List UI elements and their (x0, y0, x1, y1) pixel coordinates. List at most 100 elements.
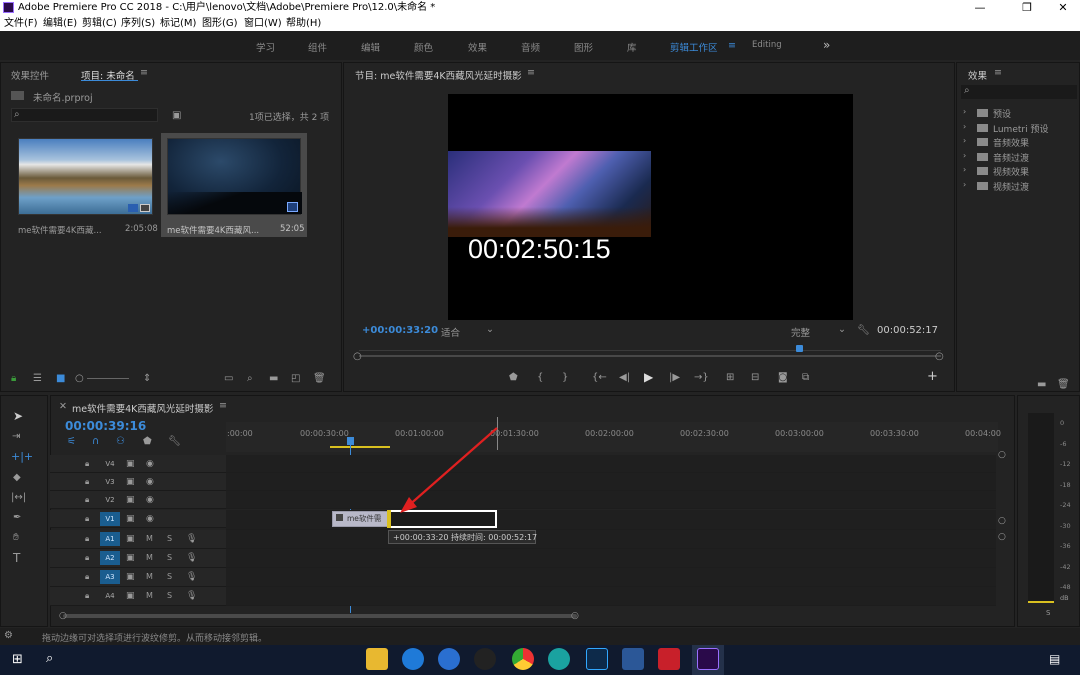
selection-tool-icon[interactable]: ➤ (13, 410, 23, 422)
new-bin-icon[interactable]: ▬ (1037, 379, 1046, 391)
menu-file[interactable]: 文件(F) (4, 16, 38, 31)
workspace-menu-icon[interactable]: ≡ (728, 40, 736, 51)
workspace-effects[interactable]: 效果 (468, 40, 487, 54)
lock-icon[interactable]: 🔒︎ (85, 494, 89, 506)
effects-folder-video-transitions[interactable]: › 视频过渡 (963, 180, 1073, 195)
go-to-in-icon[interactable]: {← (592, 372, 607, 384)
track-label[interactable]: V2 (100, 493, 120, 507)
microphone-icon[interactable]: 🎙︎ (186, 571, 197, 583)
notification-icon[interactable]: ▤ (1049, 652, 1060, 666)
playhead[interactable] (796, 345, 803, 352)
lock-icon[interactable]: 🔒︎ (85, 533, 89, 545)
wrench-icon[interactable]: 🔧︎ (168, 436, 181, 448)
fit-select[interactable]: 适合 (441, 325, 460, 339)
trash-icon[interactable]: 🗑︎ (1057, 379, 1070, 391)
word-icon[interactable] (622, 648, 644, 670)
workspace-graphics[interactable]: 图形 (574, 40, 593, 54)
solo-button[interactable]: S (167, 552, 172, 564)
find-icon[interactable]: ⌕ (247, 373, 253, 385)
workspace-editing[interactable]: 编辑 (361, 40, 380, 54)
scroll-handle-left[interactable]: ○ (59, 610, 67, 622)
sync-lock-icon[interactable]: ▣ (126, 571, 135, 583)
effects-folder-presets[interactable]: › 预设 (963, 107, 1073, 122)
menu-graphics[interactable]: 图形(G) (202, 16, 238, 31)
zoom-slider[interactable] (87, 378, 129, 379)
close-button[interactable]: ✕ (1048, 0, 1078, 16)
go-to-out-icon[interactable]: →} (694, 372, 709, 384)
project-search-input[interactable]: ⌕ (11, 108, 158, 122)
track-select-tool-icon[interactable]: ⇥ (12, 431, 20, 443)
sync-lock-icon[interactable]: ▣ (126, 552, 135, 564)
track-label[interactable]: A2 (100, 551, 120, 565)
track-label[interactable]: V1 (100, 512, 120, 526)
add-marker-icon[interactable]: ⬟ (143, 436, 152, 448)
timeline-clip[interactable]: me软件需 (332, 511, 389, 527)
compare-view-icon[interactable]: ⧉ (802, 372, 809, 384)
lock-icon[interactable]: 🔒︎ (85, 513, 89, 525)
new-item-icon[interactable]: ◰ (291, 373, 300, 385)
chrome-icon[interactable] (512, 648, 534, 670)
windows-start-icon[interactable]: ⊞ (12, 652, 23, 667)
sync-lock-icon[interactable]: ▣ (126, 513, 135, 525)
minimize-button[interactable]: — (965, 0, 995, 16)
vertical-scroll-handle[interactable]: ○ (998, 531, 1006, 543)
menu-marker[interactable]: 标记(M) (160, 16, 196, 31)
lock-icon[interactable]: 🔒︎ (11, 373, 16, 385)
effects-folder-video-effects[interactable]: › 视频效果 (963, 165, 1073, 180)
qq-icon[interactable] (474, 648, 496, 670)
eye-icon[interactable]: ◉ (146, 476, 154, 488)
quality-select[interactable]: 完整 (791, 325, 810, 339)
step-forward-icon[interactable]: |▶ (669, 372, 680, 384)
step-back-icon[interactable]: ◀| (619, 372, 630, 384)
workspace-editing-en[interactable]: Editing (752, 40, 782, 50)
new-bin-from-search-icon[interactable]: ▣ (172, 110, 181, 122)
extract-icon[interactable]: ⊟ (751, 372, 759, 384)
pen-tool-icon[interactable]: ✒ (13, 512, 21, 524)
mute-button[interactable]: M (146, 552, 153, 564)
slip-tool-icon[interactable]: |↔| (11, 492, 26, 504)
list-view-icon[interactable]: ☰ (33, 373, 42, 385)
menu-edit[interactable]: 编辑(E) (43, 16, 77, 31)
mark-in-icon[interactable]: { (537, 372, 543, 384)
type-tool-icon[interactable]: T (13, 552, 20, 564)
track-row-v3[interactable] (226, 473, 996, 491)
track-label[interactable]: A1 (100, 532, 120, 546)
menu-help[interactable]: 帮助(H) (286, 16, 321, 31)
new-bin-icon[interactable]: ▬ (269, 373, 278, 385)
track-row-a1[interactable] (226, 530, 996, 549)
effects-folder-lumetri[interactable]: › Lumetri 预设 (963, 122, 1073, 137)
program-video-canvas[interactable]: 00:02:50:15 (448, 94, 853, 320)
mute-button[interactable]: M (146, 590, 153, 602)
eye-icon[interactable]: ◉ (146, 458, 154, 470)
effects-search-input[interactable]: ⌕ (961, 85, 1077, 99)
nest-icon[interactable]: ⚟ (67, 436, 76, 448)
workspace-assembly[interactable]: 组件 (308, 40, 327, 54)
workspace-libraries[interactable]: 库 (627, 40, 637, 54)
linked-selection-icon[interactable]: ⚇ (116, 436, 125, 448)
eye-icon[interactable]: ◉ (146, 494, 154, 506)
effects-folder-audio-transitions[interactable]: › 音频过渡 (963, 151, 1073, 166)
search-icon[interactable]: ⌕ (46, 651, 53, 666)
add-button-icon[interactable]: + (927, 370, 938, 383)
track-label[interactable]: V3 (100, 475, 120, 489)
solo-button[interactable]: S (167, 533, 172, 545)
wps-icon[interactable] (658, 648, 680, 670)
track-row-a2[interactable] (226, 549, 996, 568)
sync-lock-icon[interactable]: ▣ (126, 533, 135, 545)
track-row-v4[interactable] (226, 455, 996, 473)
menu-clip[interactable]: 剪辑(C) (82, 16, 117, 31)
automate-to-sequence-icon[interactable]: ▭ (224, 373, 233, 385)
chevron-down-icon[interactable]: ⌄ (486, 324, 494, 335)
sync-lock-icon[interactable]: ▣ (126, 458, 135, 470)
scroll-handle-right[interactable]: ○ (571, 610, 579, 622)
ripple-edit-handle[interactable] (387, 510, 391, 528)
add-marker-icon[interactable]: ⬟ (509, 372, 518, 384)
play-icon[interactable]: ▶ (644, 371, 653, 383)
tab-effect-controls[interactable]: 效果控件 (11, 68, 49, 82)
workspace-clip-workspace[interactable]: 剪辑工作区 (670, 40, 718, 54)
effects-folder-audio-effects[interactable]: › 音频效果 (963, 136, 1073, 151)
mute-button[interactable]: M (146, 533, 153, 545)
microphone-icon[interactable]: 🎙︎ (186, 552, 197, 564)
lift-icon[interactable]: ⊞ (726, 372, 734, 384)
workspace-color[interactable]: 颜色 (414, 40, 433, 54)
